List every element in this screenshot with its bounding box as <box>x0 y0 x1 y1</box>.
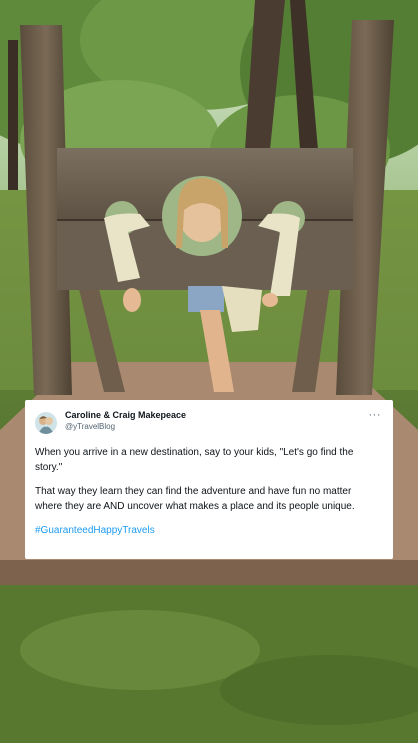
tweet-hashtag-line: #GuaranteedHappyTravels <box>35 524 381 539</box>
avatar[interactable] <box>35 412 57 434</box>
background-photo <box>0 0 418 743</box>
author-display-name[interactable]: Caroline & Craig Makepeace <box>65 410 369 421</box>
tweet-author: Caroline & Craig Makepeace @yTravelBlog <box>65 410 369 431</box>
author-handle[interactable]: @yTravelBlog <box>65 422 369 432</box>
more-horizontal-icon[interactable]: ··· <box>369 410 382 421</box>
tweet-paragraph-2: That way they learn they can find the ad… <box>35 486 355 512</box>
tweet-card: Caroline & Craig Makepeace @yTravelBlog … <box>25 400 393 559</box>
hashtag-link[interactable]: #GuaranteedHappyTravels <box>35 525 155 536</box>
tweet-text: When you arrive in a new destination, sa… <box>35 446 381 539</box>
tweet-paragraph-1: When you arrive in a new destination, sa… <box>35 447 354 473</box>
tweet-header: Caroline & Craig Makepeace @yTravelBlog … <box>35 410 381 440</box>
avatar-image-icon <box>35 412 57 434</box>
